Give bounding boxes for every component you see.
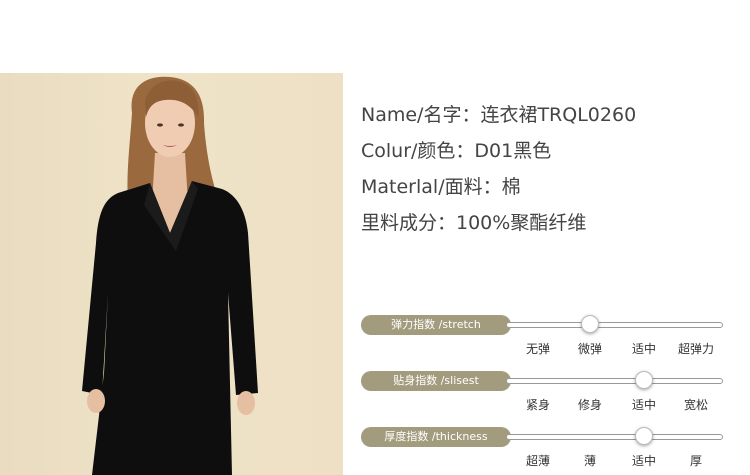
thickness-track[interactable] <box>506 434 723 440</box>
stretch-option: 超弹力 <box>677 342 715 356</box>
thickness-option: 厚 <box>689 454 703 468</box>
thickness-slider: 厚度指数 /thickness 超薄 薄 适中 厚 <box>361 427 726 475</box>
product-name: Name/名字：连衣裙TRQL0260 <box>361 104 637 126</box>
product-color: Colur/颜色：D01黑色 <box>361 140 552 162</box>
fit-slider: 贴身指数 /slisest 紧身 修身 适中 宽松 <box>361 371 726 419</box>
thickness-option: 超薄 <box>525 454 551 468</box>
fit-option: 宽松 <box>683 398 709 412</box>
stretch-track[interactable] <box>506 322 723 328</box>
thickness-option: 薄 <box>583 454 597 468</box>
thickness-options: 超薄 薄 适中 厚 <box>361 452 726 468</box>
fit-option: 适中 <box>631 398 657 412</box>
thickness-option: 适中 <box>631 454 657 468</box>
stretch-option: 无弹 <box>525 342 551 356</box>
model-illustration <box>82 76 258 475</box>
product-photo <box>0 73 343 475</box>
stretch-options: 无弹 微弹 适中 超弹力 <box>361 340 726 356</box>
fit-option: 紧身 <box>525 398 551 412</box>
thickness-knob[interactable] <box>635 427 653 445</box>
fit-label: 贴身指数 /slisest <box>361 371 511 391</box>
fit-options: 紧身 修身 适中 宽松 <box>361 396 726 412</box>
fit-track[interactable] <box>506 378 723 384</box>
product-info: Name/名字：连衣裙TRQL0260 Colur/颜色：D01黑色 Mater… <box>361 97 636 241</box>
product-material: Materlal/面料：棉 <box>361 176 521 198</box>
stretch-slider: 弹力指数 /stretch 无弹 微弹 适中 超弹力 <box>361 315 726 363</box>
stretch-option: 微弹 <box>577 342 603 356</box>
stretch-option: 适中 <box>631 342 657 356</box>
fit-knob[interactable] <box>635 371 653 389</box>
stretch-knob[interactable] <box>581 315 599 333</box>
thickness-label: 厚度指数 /thickness <box>361 427 511 447</box>
product-lining: 里料成分：100%聚酯纤维 <box>361 212 587 234</box>
stretch-label: 弹力指数 /stretch <box>361 315 511 335</box>
fit-option: 修身 <box>577 398 603 412</box>
